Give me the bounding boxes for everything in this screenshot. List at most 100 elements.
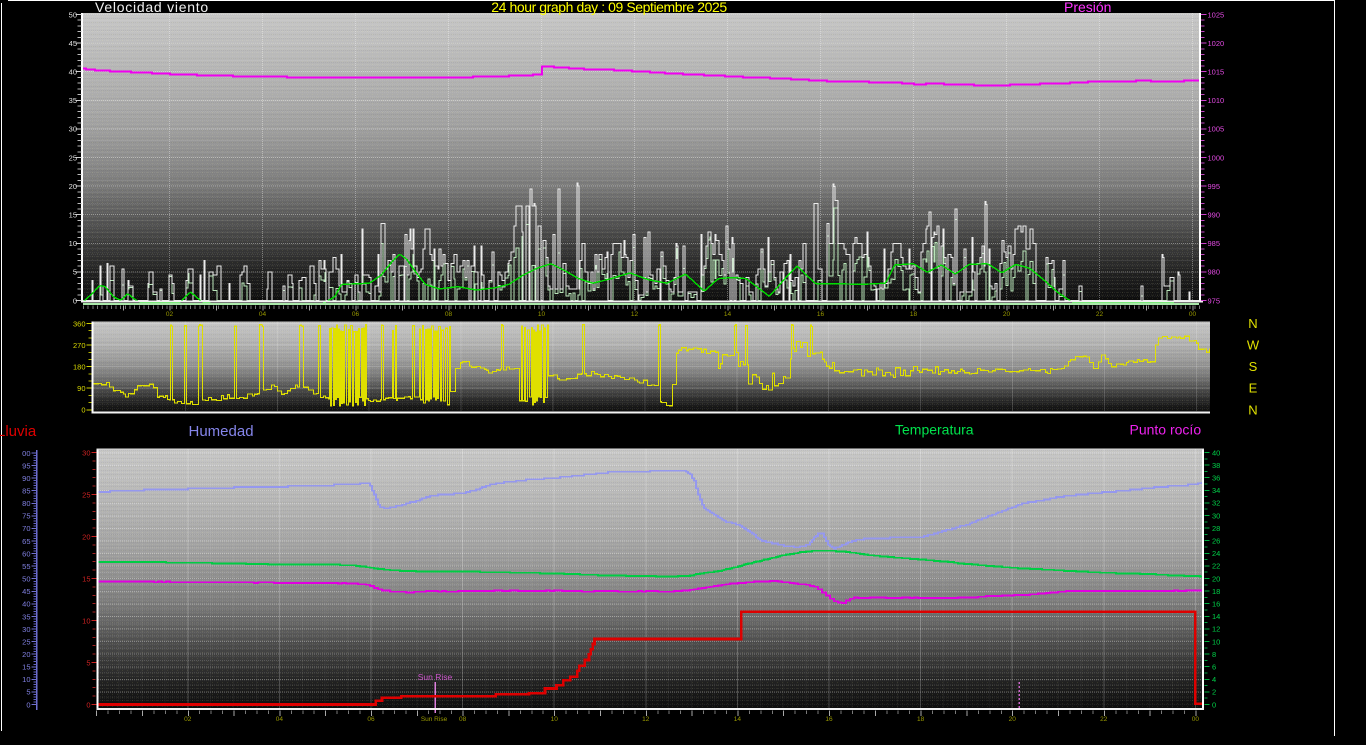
svg-text:20: 20 — [1009, 716, 1017, 723]
svg-text:04: 04 — [276, 716, 284, 723]
svg-text:975: 975 — [1208, 296, 1221, 305]
svg-text:24: 24 — [1212, 549, 1220, 558]
svg-text:18: 18 — [917, 716, 925, 723]
svg-text:0: 0 — [73, 296, 77, 305]
svg-text:90: 90 — [77, 384, 85, 393]
svg-text:1015: 1015 — [1208, 68, 1225, 77]
svg-text:360: 360 — [73, 319, 86, 328]
svg-text:20: 20 — [82, 532, 90, 541]
svg-text:90: 90 — [22, 474, 30, 483]
svg-text:980: 980 — [1208, 268, 1221, 277]
svg-text:10: 10 — [538, 311, 546, 318]
svg-text:25: 25 — [69, 153, 77, 162]
svg-text:22: 22 — [1100, 716, 1108, 723]
svg-text:45: 45 — [69, 39, 77, 48]
svg-text:S: S — [1249, 359, 1258, 374]
svg-text:16: 16 — [817, 311, 825, 318]
svg-text:Punto rocío: Punto rocío — [1130, 422, 1202, 438]
svg-text:10: 10 — [82, 616, 90, 625]
svg-text:30: 30 — [82, 448, 90, 457]
svg-text:12: 12 — [1212, 625, 1220, 634]
svg-text:35: 35 — [22, 612, 30, 621]
svg-text:5: 5 — [26, 688, 30, 697]
svg-text:08: 08 — [459, 716, 467, 723]
svg-text:80: 80 — [22, 499, 30, 508]
svg-text:60: 60 — [22, 549, 30, 558]
svg-text:02: 02 — [166, 311, 174, 318]
svg-text:50: 50 — [22, 575, 30, 584]
svg-text:N: N — [1248, 316, 1257, 331]
svg-text:40: 40 — [1212, 448, 1220, 457]
svg-text:2: 2 — [1212, 688, 1216, 697]
svg-text:W: W — [1247, 338, 1260, 353]
svg-text:26: 26 — [1212, 537, 1220, 546]
svg-text:0: 0 — [81, 406, 85, 415]
svg-text:40: 40 — [22, 600, 30, 609]
svg-text:25: 25 — [22, 637, 30, 646]
svg-text:1005: 1005 — [1208, 125, 1225, 134]
svg-text:4: 4 — [1212, 675, 1216, 684]
svg-text:1010: 1010 — [1208, 96, 1225, 105]
svg-text:15: 15 — [82, 574, 90, 583]
svg-text:5: 5 — [73, 268, 77, 277]
svg-text:38: 38 — [1212, 461, 1220, 470]
svg-text:50: 50 — [69, 10, 77, 19]
svg-text:20: 20 — [1212, 574, 1220, 583]
svg-text:08: 08 — [445, 311, 453, 318]
svg-text:14: 14 — [734, 716, 742, 723]
svg-text:95: 95 — [22, 461, 30, 470]
svg-text:N: N — [1248, 402, 1257, 417]
svg-text:20: 20 — [22, 650, 30, 659]
svg-text:Temperatura: Temperatura — [895, 422, 974, 438]
svg-text:34: 34 — [1212, 486, 1220, 495]
svg-text:45: 45 — [22, 587, 30, 596]
svg-text:15: 15 — [22, 663, 30, 672]
svg-text:10: 10 — [1212, 637, 1220, 646]
svg-text:30: 30 — [1212, 511, 1220, 520]
svg-text:22: 22 — [1212, 562, 1220, 571]
svg-text:Sun Rise: Sun Rise — [421, 716, 448, 723]
svg-text:02: 02 — [184, 716, 192, 723]
svg-text:40: 40 — [69, 68, 77, 77]
svg-text:14: 14 — [724, 311, 732, 318]
svg-text:16: 16 — [825, 716, 833, 723]
svg-text:32: 32 — [1212, 499, 1220, 508]
svg-text:00: 00 — [22, 449, 30, 458]
svg-text:10: 10 — [22, 675, 30, 684]
svg-text:10: 10 — [551, 716, 559, 723]
svg-text:6: 6 — [1212, 663, 1216, 672]
svg-text:18: 18 — [910, 311, 918, 318]
svg-text:06: 06 — [367, 716, 375, 723]
svg-text:20: 20 — [69, 182, 77, 191]
svg-text:25: 25 — [82, 490, 90, 499]
svg-text:36: 36 — [1212, 474, 1220, 483]
svg-text:10: 10 — [69, 239, 77, 248]
svg-text:985: 985 — [1208, 239, 1221, 248]
svg-text:E: E — [1249, 381, 1258, 396]
svg-text:Sun Rise: Sun Rise — [418, 672, 453, 682]
svg-text:14: 14 — [1212, 612, 1220, 621]
svg-text:55: 55 — [22, 562, 30, 571]
svg-text:12: 12 — [631, 311, 639, 318]
svg-text:18: 18 — [1212, 587, 1220, 596]
svg-text:16: 16 — [1212, 600, 1220, 609]
svg-text:65: 65 — [22, 537, 30, 546]
svg-text:Velocidad viento: Velocidad viento — [95, 0, 209, 15]
svg-text:1000: 1000 — [1208, 153, 1225, 162]
svg-text:1025: 1025 — [1208, 10, 1225, 19]
svg-text:20: 20 — [1003, 311, 1011, 318]
svg-text:24 hour graph day : 09 Septiem: 24 hour graph day : 09 Septiembre 2025 — [491, 0, 727, 15]
svg-text:270: 270 — [73, 341, 86, 350]
svg-text:8: 8 — [1212, 650, 1216, 659]
svg-text:28: 28 — [1212, 524, 1220, 533]
svg-text:04: 04 — [259, 311, 267, 318]
svg-text:15: 15 — [69, 211, 77, 220]
svg-text:5: 5 — [86, 658, 90, 667]
svg-text:70: 70 — [22, 524, 30, 533]
svg-text:06: 06 — [352, 311, 360, 318]
svg-text:1020: 1020 — [1208, 39, 1225, 48]
svg-text:Lluvia: Lluvia — [0, 423, 37, 440]
svg-text:180: 180 — [73, 363, 86, 372]
svg-text:00: 00 — [1189, 311, 1197, 318]
svg-text:30: 30 — [69, 125, 77, 134]
